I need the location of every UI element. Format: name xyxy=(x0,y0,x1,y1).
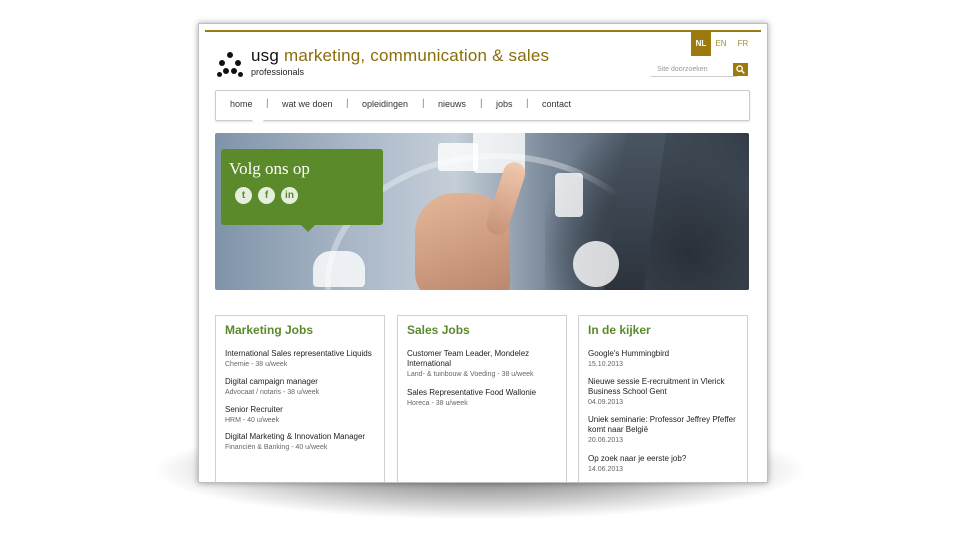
news-title[interactable]: Google's Hummingbird xyxy=(588,349,740,359)
twitter-icon[interactable]: t xyxy=(235,187,252,204)
nav-opleidingen[interactable]: opleidingen xyxy=(362,99,408,109)
globe-icon xyxy=(573,241,619,287)
news-date: 15.10.2013 xyxy=(588,361,624,368)
news-title[interactable]: Op zoek naar je eerste job? xyxy=(588,454,740,464)
brand-title[interactable]: usg marketing, communication & sales xyxy=(251,46,549,66)
job-meta: Financiën & Banking - 40 u/week xyxy=(225,444,328,451)
news-title[interactable]: Nieuwe sessie E-recruitment in Vlerick B… xyxy=(588,377,740,397)
list-item[interactable]: Google's Hummingbird 15.10.2013 xyxy=(588,349,740,369)
chat-bubble-icon xyxy=(438,143,478,171)
news-date: 04.09.2013 xyxy=(588,399,624,406)
nav-separator: | xyxy=(480,98,483,109)
nav-wat-we-doen[interactable]: wat we doen xyxy=(282,99,333,109)
job-title[interactable]: Digital Marketing & Innovation Manager xyxy=(225,432,377,442)
nav-home[interactable]: home xyxy=(230,99,253,109)
job-title[interactable]: Senior Recruiter xyxy=(225,405,377,415)
list-item[interactable]: Nieuwe sessie E-recruitment in Vlerick B… xyxy=(588,377,740,407)
job-meta: HRM - 40 u/week xyxy=(225,417,280,424)
linkedin-icon[interactable]: in xyxy=(281,187,298,204)
search-icon xyxy=(736,65,745,74)
job-title[interactable]: Sales Representative Food Wallonie xyxy=(407,388,559,398)
sales-jobs-panel: Sales Jobs Customer Team Leader, Mondele… xyxy=(397,315,567,482)
list-item[interactable]: Senior Recruiter HRM - 40 u/week xyxy=(225,405,377,425)
mobile-phone-icon xyxy=(555,173,583,217)
facebook-icon[interactable]: f xyxy=(258,187,275,204)
people-group-icon xyxy=(313,251,365,287)
job-title[interactable]: Customer Team Leader, Mondelez Internati… xyxy=(407,349,559,369)
sales-jobs-title: Sales Jobs xyxy=(407,323,470,337)
job-meta: Chemie - 38 u/week xyxy=(225,361,288,368)
brand-subtitle: professionals xyxy=(251,67,305,77)
news-title[interactable]: Uniek seminarie: Professor Jeffrey Pfeff… xyxy=(588,415,740,435)
lang-fr[interactable]: FR xyxy=(733,32,753,56)
follow-us-pointer xyxy=(300,224,316,232)
nav-separator: | xyxy=(526,98,529,109)
lang-en[interactable]: EN xyxy=(711,32,731,56)
in-de-kijker-title: In de kijker xyxy=(588,323,651,337)
nav-separator: | xyxy=(266,98,269,109)
marketing-jobs-title: Marketing Jobs xyxy=(225,323,314,337)
news-date: 20.06.2013 xyxy=(588,437,624,444)
brand-tagline: marketing, communication & sales xyxy=(283,46,550,65)
job-meta: Land- & tuinbouw & Voeding - 38 u/week xyxy=(407,371,534,378)
main-nav: home | wat we doen | opleidingen | nieuw… xyxy=(215,90,750,126)
website-screenshot: NL EN FR usg marketing, communication & … xyxy=(198,23,768,483)
list-item[interactable]: Digital campaign manager Advocaat / nota… xyxy=(225,377,377,397)
list-item[interactable]: Uniek seminarie: Professor Jeffrey Pfeff… xyxy=(588,415,740,445)
active-nav-indicator xyxy=(252,120,264,126)
lang-nl[interactable]: NL xyxy=(691,32,711,56)
job-meta: Advocaat / notaris - 38 u/week xyxy=(225,389,320,396)
hero-banner[interactable]: Volg ons op t f in xyxy=(215,133,749,290)
marketing-jobs-panel: Marketing Jobs International Sales repre… xyxy=(215,315,385,482)
brand-name: usg xyxy=(251,46,280,65)
nav-separator: | xyxy=(346,98,349,109)
follow-us-title: Volg ons op xyxy=(229,159,310,178)
follow-us-box: Volg ons op t f in xyxy=(221,149,383,225)
nav-jobs[interactable]: jobs xyxy=(496,99,513,109)
nav-contact[interactable]: contact xyxy=(542,99,571,109)
job-title[interactable]: Digital campaign manager xyxy=(225,377,377,387)
list-item[interactable]: Customer Team Leader, Mondelez Internati… xyxy=(407,349,559,379)
news-date: 14.06.2013 xyxy=(588,466,624,473)
in-de-kijker-panel: In de kijker Google's Hummingbird 15.10.… xyxy=(578,315,748,482)
usg-logo-icon[interactable] xyxy=(217,52,243,78)
search-input[interactable]: Site doorzoeken xyxy=(651,64,737,77)
top-accent-line xyxy=(205,30,761,32)
nav-nieuws[interactable]: nieuws xyxy=(438,99,466,109)
job-meta: Horeca - 38 u/week xyxy=(407,400,468,407)
list-item[interactable]: International Sales representative Liqui… xyxy=(225,349,377,369)
job-title[interactable]: International Sales representative Liqui… xyxy=(225,349,377,359)
search-button[interactable] xyxy=(733,63,748,76)
nav-separator: | xyxy=(422,98,425,109)
list-item[interactable]: Digital Marketing & Innovation Manager F… xyxy=(225,432,377,452)
list-item[interactable]: Op zoek naar je eerste job? 14.06.2013 xyxy=(588,454,740,474)
list-item[interactable]: Sales Representative Food Wallonie Horec… xyxy=(407,388,559,408)
